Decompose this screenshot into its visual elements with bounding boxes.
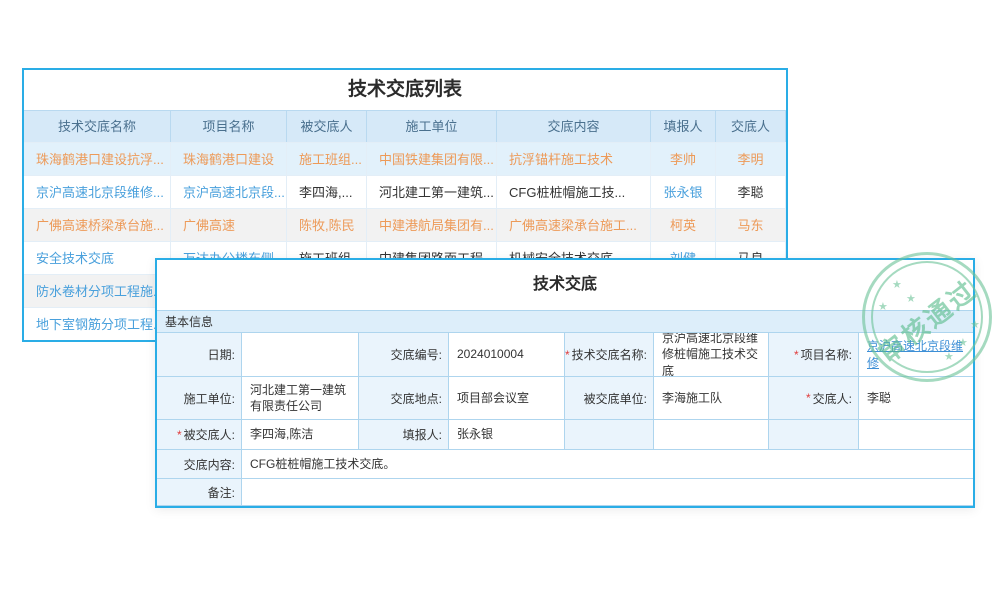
discloser-field[interactable]: 李聪 — [859, 377, 973, 420]
detail-title: 技术交底 — [157, 260, 973, 310]
content-label: 交底内容: — [157, 450, 242, 479]
target-unit-label: 被交底单位: — [565, 377, 654, 420]
list-cell: 柯英 — [651, 208, 716, 241]
list-cell: 陈牧,陈民 — [287, 208, 367, 241]
list-cell-link[interactable]: 地下室钢筋分项工程... — [24, 307, 171, 340]
construction-unit-label: 施工单位: — [157, 377, 242, 420]
list-cell: 李明 — [716, 142, 786, 175]
list-cell: CFG桩桩帽施工技... — [497, 175, 651, 208]
filler-field[interactable]: 张永银 — [449, 420, 565, 450]
date-field[interactable] — [242, 333, 359, 377]
disclosure-name-field[interactable]: 京沪高速北京段维修桩帽施工技术交底 — [654, 333, 769, 377]
filler-label: 填报人: — [359, 420, 449, 450]
project-name-label: * 项目名称: — [769, 333, 859, 377]
list-cell[interactable]: 珠海鹤港口建设 — [171, 142, 287, 175]
remark-label: 备注: — [157, 479, 242, 506]
disclosure-no-label: 交底编号: — [359, 333, 449, 377]
empty-value-cell — [654, 420, 769, 450]
list-cell: 广佛高速梁承台施工... — [497, 208, 651, 241]
list-title: 技术交底列表 — [24, 70, 786, 110]
column-header[interactable]: 被交底人 — [287, 110, 367, 142]
construction-unit-field[interactable]: 河北建工第一建筑有限责任公司 — [242, 377, 359, 420]
project-name-field: 京沪高速北京段维修 — [859, 333, 973, 377]
column-header[interactable]: 交底内容 — [497, 110, 651, 142]
list-cell[interactable]: 珠海鹤港口建设抗浮... — [24, 142, 171, 175]
column-header[interactable]: 施工单位 — [367, 110, 497, 142]
empty-label-cell — [769, 420, 859, 450]
disclosure-place-label: 交底地点: — [359, 377, 449, 420]
list-cell[interactable]: 广佛高速 — [171, 208, 287, 241]
basic-info-form: 日期: 交底编号: 2024010004 * 技术交底名称: 京沪高速北京段维修… — [157, 333, 973, 506]
list-cell: 中国铁建集团有限... — [367, 142, 497, 175]
list-cell: 李帅 — [651, 142, 716, 175]
empty-value-cell — [859, 420, 973, 450]
column-header[interactable]: 项目名称 — [171, 110, 287, 142]
screen: 技术交底列表 技术交底名称 项目名称 被交底人 施工单位 交底内容 填报人 交底… — [0, 0, 1000, 600]
list-cell-link[interactable]: 京沪高速北京段... — [171, 175, 287, 208]
list-cell: 施工班组... — [287, 142, 367, 175]
column-header[interactable]: 填报人 — [651, 110, 716, 142]
required-mark: * — [565, 348, 570, 362]
content-field[interactable]: CFG桩桩帽施工技术交底。 — [242, 450, 973, 479]
column-header[interactable]: 交底人 — [716, 110, 786, 142]
list-cell[interactable]: 广佛高速桥梁承台施... — [24, 208, 171, 241]
disclosure-place-field[interactable]: 项目部会议室 — [449, 377, 565, 420]
date-label: 日期: — [157, 333, 242, 377]
list-cell-link[interactable]: 安全技术交底 — [24, 241, 171, 274]
basic-info-section-header: 基本信息 — [157, 310, 973, 333]
list-cell-link[interactable]: 张永银 — [651, 175, 716, 208]
remark-field[interactable] — [242, 479, 973, 506]
list-cell-link[interactable]: 防水卷材分项工程施... — [24, 274, 171, 307]
list-cell: 马东 — [716, 208, 786, 241]
list-cell: 李四海,... — [287, 175, 367, 208]
required-mark: * — [177, 428, 182, 442]
target-unit-field[interactable]: 李海施工队 — [654, 377, 769, 420]
list-cell: 河北建工第一建筑... — [367, 175, 497, 208]
list-cell: 李聪 — [716, 175, 786, 208]
empty-label-cell — [565, 420, 654, 450]
receivers-field[interactable]: 李四海,陈洁 — [242, 420, 359, 450]
required-mark: * — [806, 391, 811, 405]
disclosure-no-field[interactable]: 2024010004 — [449, 333, 565, 377]
receivers-label: * 被交底人: — [157, 420, 242, 450]
list-cell: 抗浮锚杆施工技术 — [497, 142, 651, 175]
disclosure-name-label: * 技术交底名称: — [565, 333, 654, 377]
discloser-label: * 交底人: — [769, 377, 859, 420]
disclosure-detail-panel: 技术交底 基本信息 日期: 交底编号: 2024010004 * 技术交底名称:… — [155, 258, 975, 508]
column-header[interactable]: 技术交底名称 — [24, 110, 171, 142]
project-link[interactable]: 京沪高速北京段维修 — [867, 338, 965, 370]
list-cell-link[interactable]: 京沪高速北京段维修... — [24, 175, 171, 208]
required-mark: * — [794, 348, 799, 362]
list-cell: 中建港航局集团有... — [367, 208, 497, 241]
